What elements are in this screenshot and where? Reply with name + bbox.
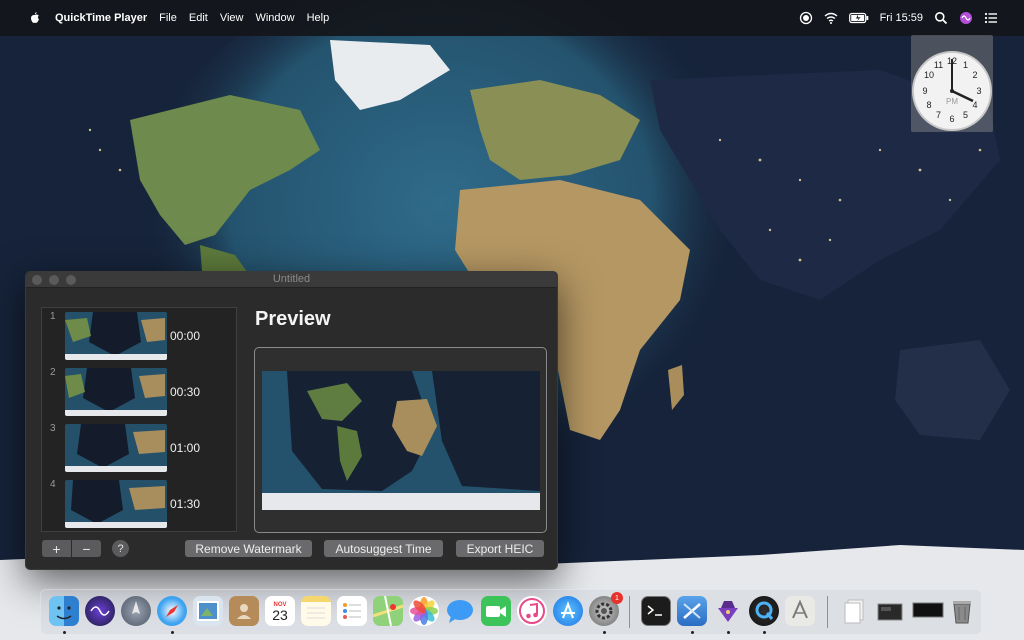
frame-index: 4: [50, 479, 56, 490]
itunes-icon[interactable]: [517, 596, 547, 626]
clock-num-1: 1: [963, 60, 968, 70]
alfred-icon[interactable]: [713, 596, 743, 626]
clock-num-3: 3: [976, 86, 981, 96]
frame-index: 1: [50, 311, 56, 322]
quicktime-icon[interactable]: [749, 596, 779, 626]
system-preferences-icon[interactable]: 1: [589, 592, 623, 626]
notes-icon[interactable]: [301, 596, 331, 626]
safari-icon[interactable]: [157, 596, 187, 626]
menu-edit[interactable]: Edit: [189, 12, 208, 24]
contacts-icon[interactable]: [229, 596, 259, 626]
menu-view[interactable]: View: [220, 12, 244, 24]
window-title: Untitled: [272, 273, 311, 285]
preview-heading: Preview: [255, 308, 331, 330]
desktop: QuickTime Player File Edit View Window H…: [0, 0, 1024, 640]
clock-num-5: 5: [963, 110, 968, 120]
record-icon[interactable]: [799, 11, 813, 25]
frame-time: 01:30: [170, 497, 201, 511]
sleep-monitor-icon[interactable]: sleep: [911, 596, 945, 626]
frame-thumbnail[interactable]: [65, 368, 167, 416]
clock-num-9: 9: [922, 86, 927, 96]
xcode-icon[interactable]: [677, 596, 707, 626]
messages-icon[interactable]: [445, 596, 475, 626]
frame-row-1[interactable]: 1 00:00: [42, 308, 238, 364]
frame-row-2[interactable]: 2 00:30: [42, 364, 238, 420]
menubar-clock[interactable]: Fri 15:59: [880, 12, 923, 24]
screenshot-stack-icon[interactable]: [875, 596, 905, 626]
app-window: Untitled 1 00:00 2 00:30 3 01:00 4 01:30…: [25, 271, 558, 570]
clock-widget[interactable]: 12 1 2 3 4 5 6 7 8 9 10 11 PM: [911, 35, 993, 132]
menu-file[interactable]: File: [159, 12, 177, 24]
clock-num-4: 4: [972, 100, 977, 110]
clock-num-11: 11: [934, 60, 943, 70]
frame-time: 01:00: [170, 441, 201, 455]
maps-icon[interactable]: [373, 596, 403, 626]
dock-separator: [827, 596, 828, 628]
frame-thumbnail[interactable]: [65, 424, 167, 472]
finder-icon[interactable]: [49, 596, 79, 626]
app-menu-quicktime[interactable]: QuickTime Player: [55, 12, 147, 24]
frame-row-3[interactable]: 3 01:00: [42, 420, 238, 476]
preview-panel: [254, 347, 547, 533]
clock-num-6: 6: [949, 114, 954, 124]
running-indicator: [171, 631, 174, 634]
sleep-label: sleep: [915, 618, 927, 624]
frame-index: 2: [50, 367, 56, 378]
help-button[interactable]: ?: [112, 540, 129, 557]
add-frame-button[interactable]: +: [42, 540, 71, 557]
window-titlebar[interactable]: Untitled: [26, 272, 557, 288]
clock-num-10: 10: [924, 70, 934, 80]
trash-icon[interactable]: [947, 596, 977, 626]
facetime-icon[interactable]: [481, 596, 511, 626]
dock: NOV 23 1 sleep: [40, 589, 982, 635]
control-center-icon[interactable]: [984, 11, 998, 25]
autosuggest-time-button[interactable]: Autosuggest Time: [324, 540, 443, 557]
clock-num-8: 8: [926, 100, 931, 110]
preview-image: [262, 371, 540, 510]
frame-time: 00:30: [170, 385, 201, 399]
frame-index: 3: [50, 423, 56, 434]
running-indicator: [763, 631, 766, 634]
running-indicator: [603, 631, 606, 634]
photos-icon[interactable]: [409, 596, 439, 626]
menu-help[interactable]: Help: [307, 12, 330, 24]
export-heic-button[interactable]: Export HEIC: [456, 540, 544, 557]
clock-num-2: 2: [972, 70, 977, 80]
wifi-icon[interactable]: [824, 11, 838, 25]
frame-list[interactable]: 1 00:00 2 00:30 3 01:00 4 01:30: [41, 307, 237, 532]
frame-thumbnail[interactable]: [65, 312, 167, 360]
document-stack-icon[interactable]: [839, 596, 869, 626]
battery-icon[interactable]: [848, 12, 869, 24]
calendar-icon[interactable]: NOV 23: [265, 596, 295, 626]
frame-time: 00:00: [170, 329, 201, 343]
reminders-icon[interactable]: [337, 596, 367, 626]
running-indicator: [691, 631, 694, 634]
remove-watermark-button[interactable]: Remove Watermark: [185, 540, 312, 557]
menu-bar: QuickTime Player File Edit View Window H…: [0, 0, 1024, 36]
calendar-day: 23: [272, 607, 288, 623]
dock-separator: [629, 596, 630, 628]
running-indicator: [727, 631, 730, 634]
search-icon[interactable]: [934, 11, 948, 25]
menu-window[interactable]: Window: [255, 12, 294, 24]
script-editor-icon[interactable]: [785, 596, 815, 626]
apple-icon[interactable]: [27, 11, 41, 25]
frame-thumbnail[interactable]: [65, 480, 167, 528]
clock-num-7: 7: [936, 110, 941, 120]
running-indicator: [63, 631, 66, 634]
frame-row-4[interactable]: 4 01:30: [42, 476, 238, 532]
clock-ampm: PM: [946, 97, 958, 106]
siri-icon[interactable]: [959, 11, 973, 25]
notification-badge: 1: [611, 592, 623, 604]
app-store-icon[interactable]: [553, 596, 583, 626]
launchpad-icon[interactable]: [121, 596, 151, 626]
remove-frame-button[interactable]: −: [72, 540, 101, 557]
mail-stamp-icon[interactable]: [193, 596, 223, 626]
terminal-icon[interactable]: [641, 596, 671, 626]
siri-app-icon[interactable]: [85, 596, 115, 626]
